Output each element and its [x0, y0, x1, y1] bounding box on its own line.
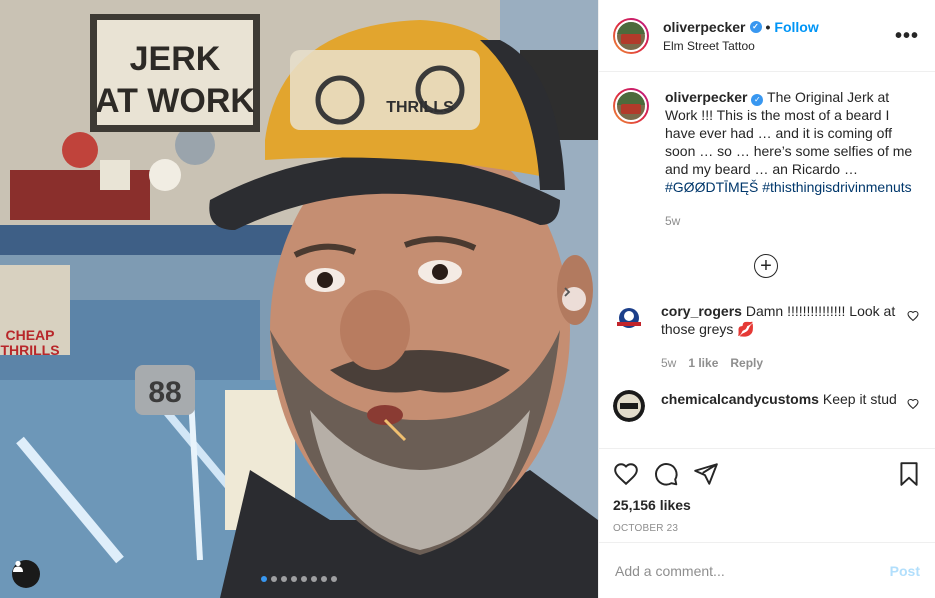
post-header: oliverpecker ✓ • Follow Elm Street Tatto… [599, 0, 935, 72]
hashtag-link[interactable]: #thisthingisdrivinmenuts [762, 179, 911, 195]
user-icon [13, 560, 23, 572]
comment: chemicalcandycustoms Keep it stud [613, 390, 919, 422]
post-photo[interactable]: JERK AT WORK CHEAP THRILLS 88 THRILLS [0, 0, 598, 598]
comment-username[interactable]: chemicalcandycustoms [661, 391, 819, 407]
likes-count[interactable]: 25,156 likes [613, 497, 922, 513]
comment-username[interactable]: cory_rogers [661, 303, 742, 319]
carousel-dot [301, 576, 307, 582]
caption-avatar[interactable] [613, 88, 649, 124]
reply-button[interactable]: Reply [730, 354, 763, 372]
heart-icon[interactable] [907, 310, 919, 322]
carousel-dot [331, 576, 337, 582]
carousel-dot [281, 576, 287, 582]
comment-input[interactable] [615, 562, 890, 579]
hat-text: THRILLS [386, 99, 454, 116]
comment: cory_rogers Damn !!!!!!!!!!!!!!! Look at… [613, 302, 919, 372]
tagged-users-button[interactable] [12, 560, 40, 588]
comments-list[interactable]: oliverpecker ✓ The Original Jerk at Work… [599, 72, 935, 448]
svg-text:88: 88 [148, 376, 181, 409]
post-actions: 25,156 likes OCTOBER 23 [599, 448, 935, 534]
post-date: OCTOBER 23 [613, 523, 679, 534]
carousel-dot [311, 576, 317, 582]
like-heart-icon[interactable] [613, 461, 639, 487]
carousel-dot [291, 576, 297, 582]
chevron-right-icon [564, 287, 571, 297]
caption-username[interactable]: oliverpecker [665, 89, 748, 105]
plus-circle-icon[interactable]: + [754, 254, 778, 278]
svg-text:THRILLS: THRILLS [0, 342, 59, 358]
load-more-comments[interactable]: + [613, 254, 919, 278]
commenter-avatar[interactable] [613, 390, 645, 422]
svg-text:AT WORK: AT WORK [95, 82, 255, 120]
hashtag-link[interactable]: #GØØDTĪMĘŠ [665, 179, 758, 195]
post-side-panel: oliverpecker ✓ • Follow Elm Street Tatto… [598, 0, 935, 598]
comment-likes[interactable]: 1 like [688, 354, 718, 372]
caption: oliverpecker ✓ The Original Jerk at Work… [613, 88, 919, 230]
post-dialog: JERK AT WORK CHEAP THRILLS 88 THRILLS ol… [0, 0, 935, 598]
more-options-icon[interactable]: ••• [895, 26, 919, 46]
separator-dot: • [765, 18, 771, 35]
svg-text:CHEAP: CHEAP [5, 327, 54, 343]
caption-age[interactable]: 5w [665, 212, 680, 230]
comment-bubble-icon[interactable] [653, 461, 679, 487]
follow-button[interactable]: Follow [774, 19, 818, 35]
heart-icon[interactable] [907, 398, 919, 410]
carousel-dot [321, 576, 327, 582]
carousel-indicator [0, 576, 598, 582]
post-location[interactable]: Elm Street Tattoo [663, 39, 895, 53]
carousel-dot [261, 576, 267, 582]
commenter-avatar[interactable] [613, 302, 645, 334]
carousel-next-button[interactable] [562, 287, 586, 311]
selfie-illustration: JERK AT WORK CHEAP THRILLS 88 THRILLS [0, 0, 598, 598]
share-send-icon[interactable] [693, 461, 719, 487]
author-avatar[interactable] [613, 17, 649, 54]
carousel-dot [271, 576, 277, 582]
sign-text: JERK [130, 40, 221, 78]
save-bookmark-icon[interactable] [896, 461, 922, 487]
verified-badge-icon: ✓ [751, 94, 764, 106]
post-comment-button[interactable]: Post [890, 563, 920, 579]
verified-badge-icon: ✓ [749, 20, 762, 33]
comment-age[interactable]: 5w [661, 354, 676, 372]
author-username[interactable]: oliverpecker [663, 19, 746, 35]
comment-composer: Post [599, 542, 935, 598]
comment-text: Keep it stud [822, 391, 897, 407]
